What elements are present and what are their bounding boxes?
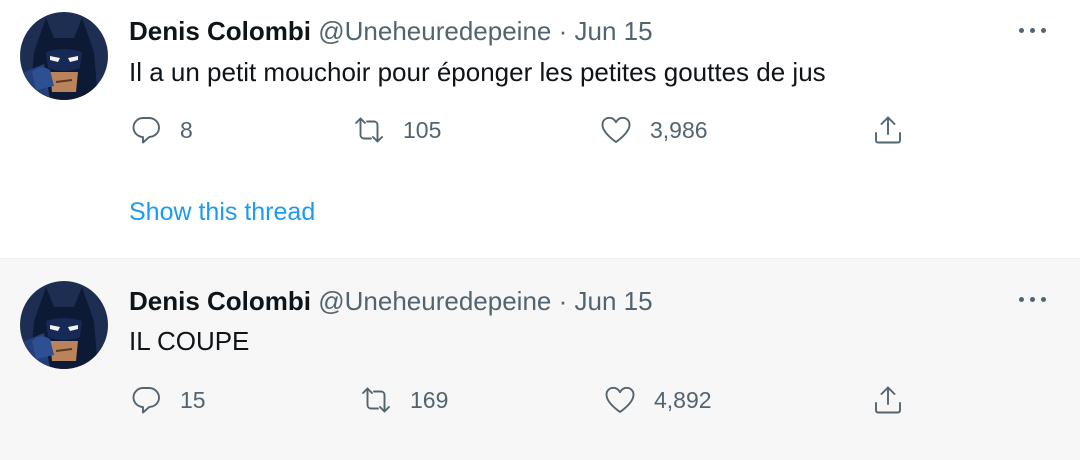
heart-icon	[605, 386, 635, 413]
avatar[interactable]	[20, 12, 108, 100]
author-name[interactable]: Denis Colombi	[129, 16, 311, 46]
reply-button[interactable]: 15	[130, 383, 206, 417]
show-thread-link[interactable]: Show this thread	[129, 198, 315, 227]
author-handle[interactable]: @Uneheuredepeine	[318, 16, 551, 46]
tweet-date[interactable]: Jun 15	[575, 16, 653, 46]
retweet-count: 105	[403, 116, 442, 143]
heart-icon	[601, 116, 631, 143]
author-name[interactable]: Denis Colombi	[129, 286, 311, 316]
batman-avatar-image	[20, 281, 108, 369]
like-button[interactable]: 3,986	[600, 113, 708, 147]
reply-button[interactable]: 8	[130, 113, 193, 147]
retweet-button[interactable]: 169	[360, 383, 448, 417]
like-count: 4,892	[654, 386, 712, 413]
reply-count: 8	[180, 116, 193, 143]
tweet-header: Denis Colombi @Uneheuredepeine · Jun 15	[129, 285, 653, 317]
retweet-icon	[355, 117, 383, 143]
tweet-text: IL COUPE	[129, 326, 250, 356]
separator-dot: ·	[558, 16, 568, 46]
avatar[interactable]	[20, 281, 108, 369]
tweet-header: Denis Colombi @Uneheuredepeine · Jun 15	[129, 15, 653, 47]
reply-icon	[132, 387, 160, 414]
retweet-button[interactable]: 105	[353, 113, 441, 147]
share-button[interactable]	[872, 383, 904, 417]
retweet-count: 169	[410, 386, 449, 413]
share-button[interactable]	[872, 113, 904, 147]
separator-dot: ·	[558, 286, 568, 316]
share-icon	[875, 116, 901, 144]
tweet-2[interactable]: Denis Colombi @Uneheuredepeine · Jun 15 …	[0, 258, 1080, 460]
like-button[interactable]: 4,892	[604, 383, 712, 417]
reply-icon	[132, 117, 160, 144]
more-horizontal-icon[interactable]	[1016, 20, 1050, 40]
more-horizontal-icon[interactable]	[1016, 289, 1050, 309]
tweet-date[interactable]: Jun 15	[575, 286, 653, 316]
share-icon	[875, 386, 901, 414]
tweet-1[interactable]: Denis Colombi @Uneheuredepeine · Jun 15 …	[0, 0, 1080, 258]
reply-count: 15	[180, 386, 206, 413]
retweet-icon	[362, 387, 390, 413]
author-handle[interactable]: @Uneheuredepeine	[318, 286, 551, 316]
tweet-text: Il a un petit mouchoir pour éponger les …	[129, 57, 826, 87]
like-count: 3,986	[650, 116, 708, 143]
batman-avatar-image	[20, 12, 108, 100]
